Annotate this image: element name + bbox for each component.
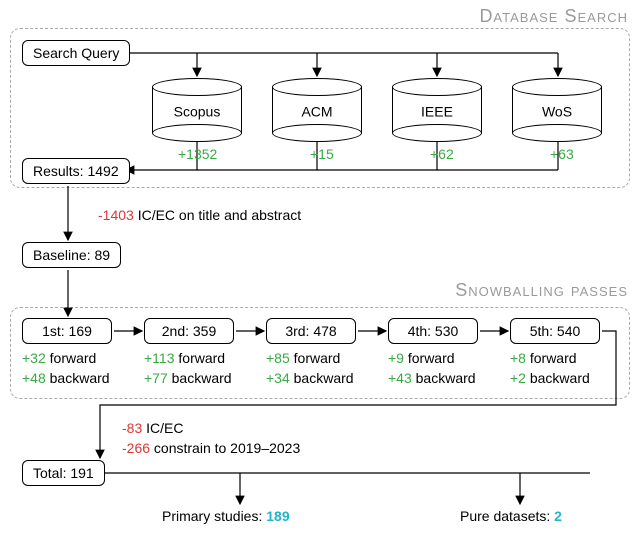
pass-4-fwd: +9 forward [388,350,455,366]
db-ieee: IEEE [392,78,482,142]
icec-title-text: IC/EC on title and abstract [134,207,301,223]
pass-2-fwd: +113 forward [144,350,225,366]
pass-1-node: 1st: 169 [22,318,112,344]
pass-2-node: 2nd: 359 [144,318,234,344]
pass-5-fwd: +8 forward [510,350,577,366]
pass-5-bwd: +2 backward [510,370,590,386]
db-acm-count: +15 [310,146,334,162]
pass-5-node: 5th: 540 [510,318,600,344]
icec-title-count: -1403 [98,207,134,223]
pass-3-fwd: +85 forward [266,350,340,366]
icec-second: -83 IC/EC [122,420,183,436]
total-node: Total: 191 [22,460,105,486]
primary-studies: Primary studies: 189 [162,508,290,524]
pure-datasets: Pure datasets: 2 [460,508,562,524]
section-title-snowballing: Snowballing passes [455,280,628,301]
pass-2-bwd: +77 backward [144,370,232,386]
db-wos: WoS [512,78,602,142]
db-acm-label: ACM [272,104,362,120]
pass-4-bwd: +43 backward [388,370,476,386]
icec-title-abstract: -1403 IC/EC on title and abstract [98,207,301,223]
db-acm: ACM [272,78,362,142]
db-wos-label: WoS [512,104,602,120]
search-query-node: Search Query [22,40,130,66]
pass-3-bwd: +34 backward [266,370,354,386]
pass-1-fwd: +32 forward [22,350,96,366]
pass-1-bwd: +48 backward [22,370,110,386]
db-scopus: Scopus [152,78,242,142]
db-scopus-count: +1352 [178,146,217,162]
db-scopus-label: Scopus [152,104,242,120]
db-wos-count: +63 [550,146,574,162]
db-ieee-count: +62 [430,146,454,162]
results-node: Results: 1492 [22,158,130,184]
pass-4-node: 4th: 530 [388,318,478,344]
section-title-database-search: Database Search [479,6,628,27]
constrain-years: -266 constrain to 2019–2023 [122,440,300,456]
db-ieee-label: IEEE [392,104,482,120]
baseline-node: Baseline: 89 [22,242,121,268]
pass-3-node: 3rd: 478 [266,318,356,344]
